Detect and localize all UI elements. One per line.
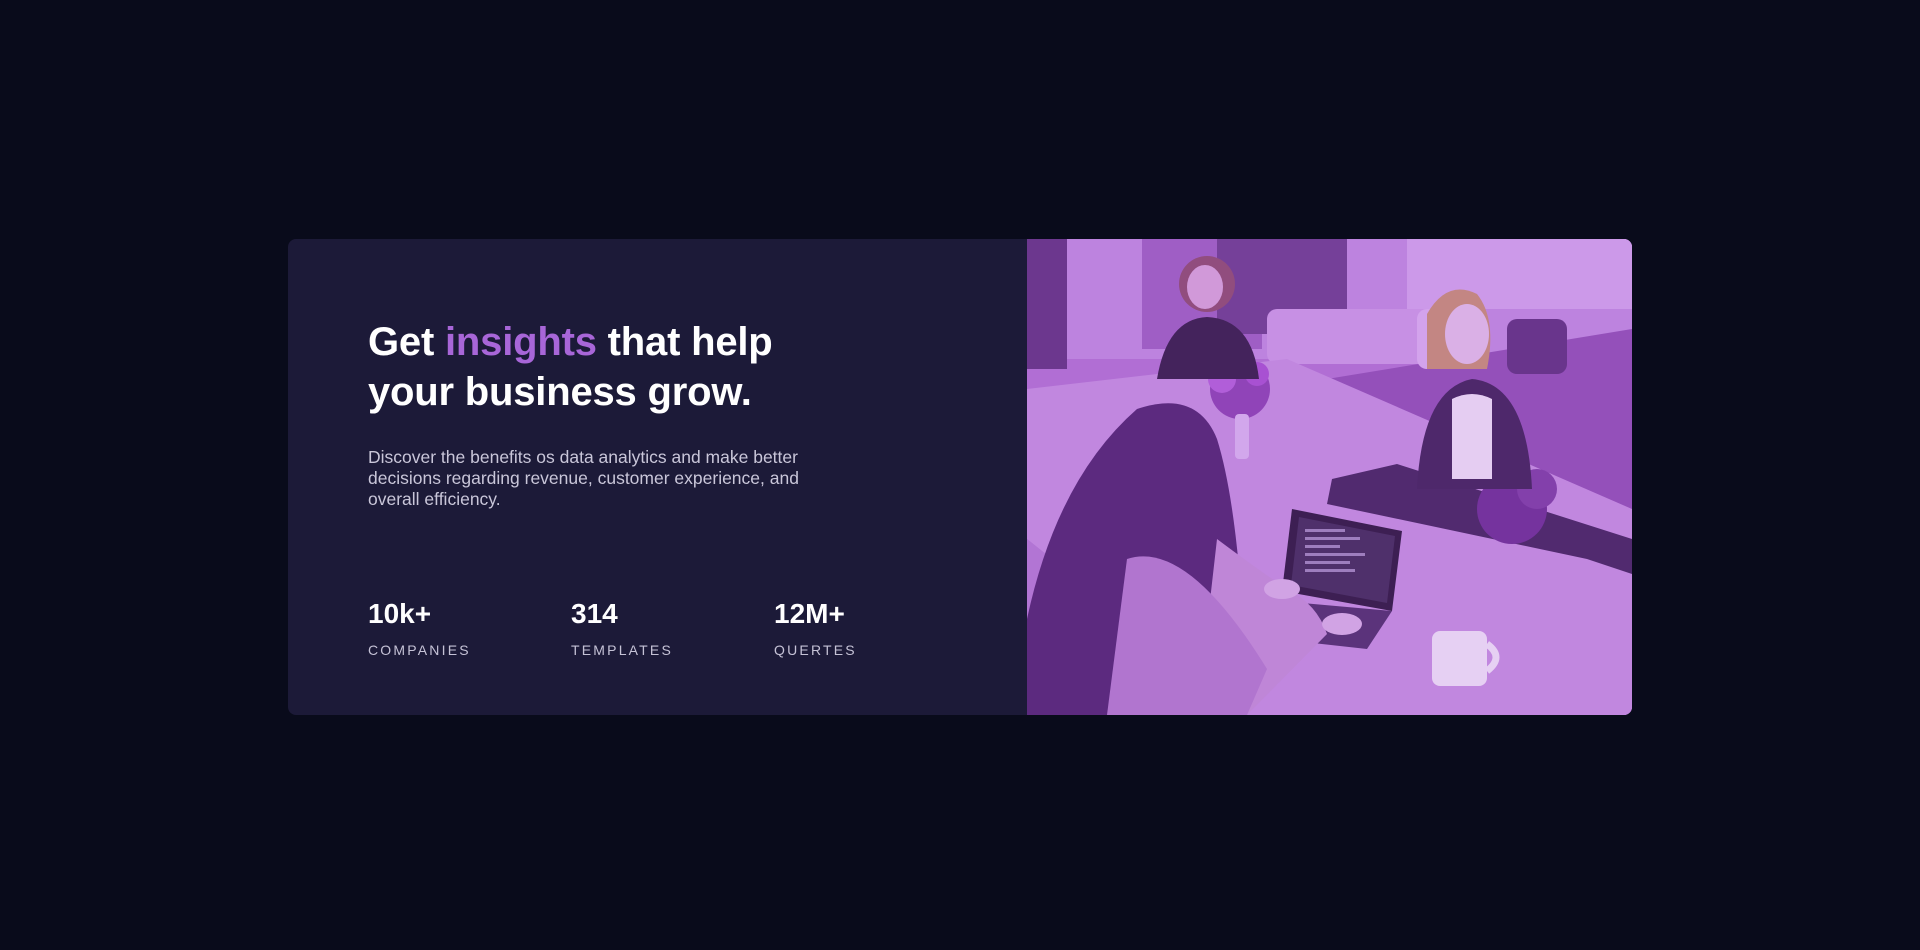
stat-templates: 314 TEMPLATES [571, 597, 774, 658]
office-photo-illustration [1027, 239, 1632, 715]
stat-label: TEMPLATES [571, 642, 674, 658]
headline-part-1: Get [368, 320, 445, 364]
stat-value: 10k+ [368, 598, 432, 629]
stat-value: 314 [571, 598, 618, 629]
headline: Get insights that help your business gro… [368, 317, 848, 417]
stat-value: 12M+ [774, 598, 845, 629]
stat-label: COMPANIES [368, 642, 471, 658]
stats-preview-card: Get insights that help your business gro… [288, 239, 1632, 715]
stat-label: QUERTES [774, 642, 857, 658]
description: Discover the benefits os data analytics … [368, 447, 799, 509]
stats-row: 10k+ COMPANIES 314 TEMPLATES 12M+ QUERTE… [368, 597, 977, 658]
office-team-photo [1027, 239, 1632, 715]
headline-accent: insights [445, 320, 597, 364]
stat-companies: 10k+ COMPANIES [368, 597, 571, 658]
card-content: Get insights that help your business gro… [288, 239, 1027, 715]
stat-queries: 12M+ QUERTES [774, 597, 977, 658]
